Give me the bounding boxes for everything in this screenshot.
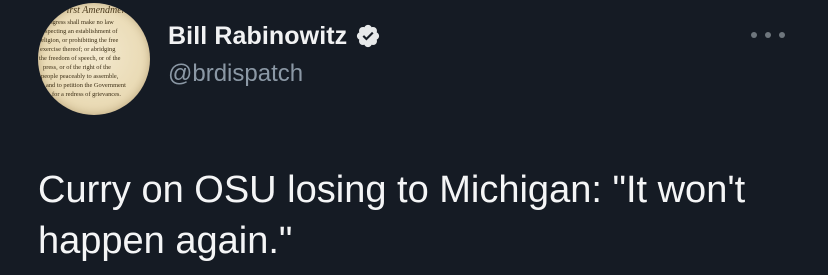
tweet-card: First Amendment Congress shall make no l… [0, 0, 828, 275]
ellipsis-icon-dot [779, 32, 785, 38]
avatar-line: exercise thereof; or abridging [40, 46, 116, 53]
avatar-line: religion, or prohibiting the free [39, 37, 118, 44]
avatar[interactable]: First Amendment Congress shall make no l… [38, 3, 150, 115]
avatar-first-amendment-image: First Amendment Congress shall make no l… [39, 5, 130, 98]
avatar-title: First Amendment [60, 5, 130, 16]
avatar-line: for a redress of grievances. [52, 91, 121, 98]
avatar-line: people peaceably to assemble, [41, 73, 119, 80]
avatar-line: Congress shall make no law [42, 19, 114, 26]
author-handle[interactable]: @brdispatch [168, 60, 303, 88]
ellipsis-icon-dot [751, 32, 757, 38]
more-options-button[interactable] [751, 25, 785, 45]
verified-badge-icon [357, 24, 380, 48]
tweet-text: Curry on OSU losing to Michigan: "It won… [38, 169, 746, 262]
avatar-line: respecting an establishment of [40, 28, 118, 35]
author-display-name[interactable]: Bill Rabinowitz [168, 22, 347, 51]
avatar-line: and to petition the Government [46, 82, 126, 89]
ellipsis-icon-dot [765, 32, 771, 38]
avatar-line: press, or of the right of the [43, 64, 111, 71]
author-name-row[interactable]: Bill Rabinowitz [168, 20, 381, 52]
avatar-line: the freedom of speech, or of the [39, 55, 121, 62]
